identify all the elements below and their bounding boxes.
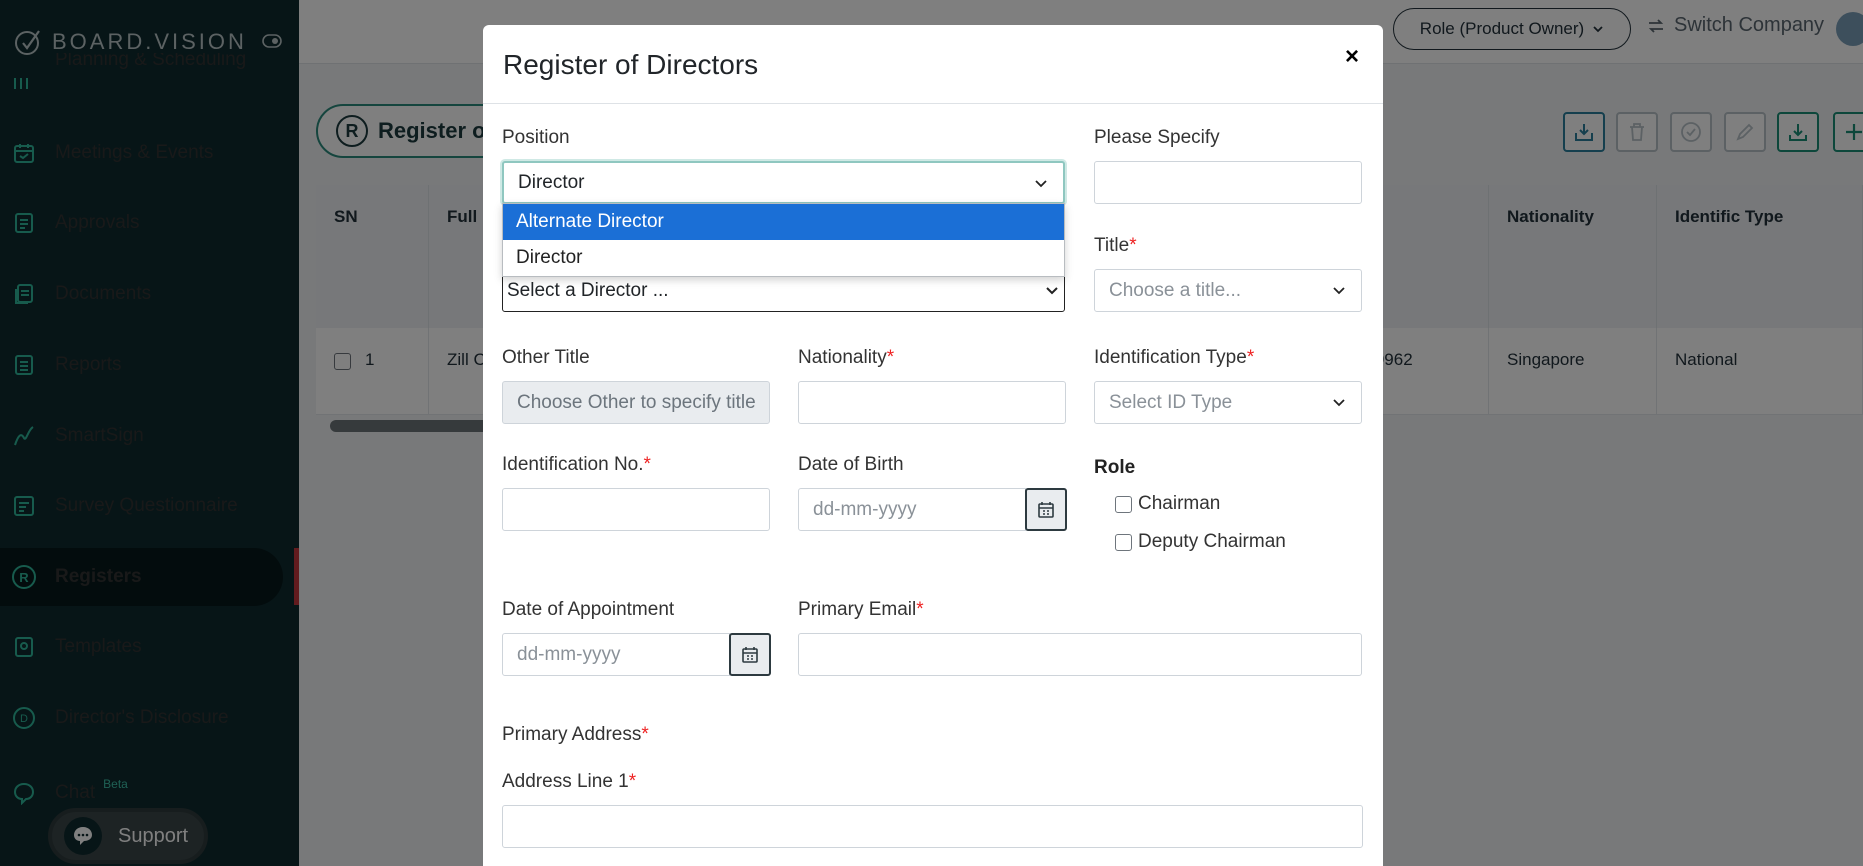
- modal-header: Register of Directors ×: [483, 25, 1383, 104]
- id-type-placeholder: Select ID Type: [1109, 391, 1233, 413]
- required-marker: *: [1246, 347, 1255, 368]
- address-line1-input[interactable]: [502, 805, 1363, 848]
- position-label: Position: [502, 127, 570, 148]
- other-title-input[interactable]: Choose Other to specify title: [502, 381, 770, 424]
- primary-address-label-text: Primary Address: [502, 724, 642, 745]
- appointment-date-placeholder: dd-mm-yyyy: [517, 643, 621, 665]
- primary-email-label: Primary Email*: [798, 599, 924, 621]
- position-value: Director: [518, 171, 585, 193]
- close-button[interactable]: ×: [1345, 43, 1359, 71]
- deputy-chairman-checkbox[interactable]: [1115, 533, 1132, 551]
- address-line1-label-text: Address Line 1: [502, 771, 629, 792]
- nationality-input[interactable]: [798, 381, 1066, 424]
- title-label-text: Title: [1094, 235, 1130, 256]
- chevron-down-icon: [1035, 180, 1047, 188]
- title-select-placeholder: Choose a title...: [1109, 279, 1242, 301]
- address-line1-label: Address Line 1*: [502, 771, 636, 793]
- dob-placeholder: dd-mm-yyyy: [813, 498, 917, 520]
- nationality-label: Nationality*: [798, 347, 894, 369]
- role-heading: Role: [1094, 457, 1136, 478]
- dropdown-option-director[interactable]: Director: [503, 240, 1064, 276]
- deputy-chairman-label: Deputy Chairman: [1138, 531, 1286, 552]
- title-select[interactable]: Choose a title...: [1094, 269, 1362, 312]
- id-type-label: Identification Type*: [1094, 347, 1254, 369]
- chevron-down-icon: [1333, 287, 1345, 295]
- chevron-down-icon: [1046, 287, 1058, 295]
- modal-title: Register of Directors: [503, 49, 759, 80]
- calendar-icon: [742, 646, 758, 663]
- dropdown-option-alternate-director[interactable]: Alternate Director: [503, 204, 1064, 240]
- chevron-down-icon: [1333, 399, 1345, 407]
- id-type-label-text: Identification Type: [1094, 347, 1247, 368]
- id-no-label-text: Identification No.: [502, 454, 644, 475]
- calendar-icon: [1038, 501, 1054, 518]
- appointment-calendar-button[interactable]: [729, 633, 771, 676]
- dob-input[interactable]: dd-mm-yyyy: [798, 488, 1026, 531]
- title-label: Title*: [1094, 235, 1137, 257]
- role-option-chairman[interactable]: Chairman: [1115, 493, 1220, 515]
- required-marker: *: [643, 454, 651, 475]
- please-specify-input[interactable]: [1094, 161, 1362, 204]
- other-title-label: Other Title: [502, 347, 590, 368]
- id-type-select[interactable]: Select ID Type: [1094, 381, 1362, 424]
- chairman-checkbox[interactable]: [1115, 495, 1132, 513]
- required-marker: *: [628, 771, 637, 792]
- primary-email-input[interactable]: [798, 633, 1362, 676]
- appointment-date-input[interactable]: dd-mm-yyyy: [502, 633, 730, 676]
- id-no-input[interactable]: [502, 488, 770, 531]
- appointment-date-label: Date of Appointment: [502, 599, 675, 620]
- position-select[interactable]: Director: [502, 161, 1065, 204]
- director-select-value: Select a Director ...: [507, 279, 669, 301]
- register-directors-modal: Register of Directors × Position Directo…: [483, 25, 1383, 866]
- chairman-label: Chairman: [1138, 493, 1221, 514]
- nationality-label-text: Nationality: [798, 347, 887, 368]
- primary-email-label-text: Primary Email: [798, 599, 917, 620]
- required-marker: *: [886, 347, 895, 368]
- other-title-placeholder: Choose Other to specify title: [517, 391, 756, 413]
- dob-label: Date of Birth: [798, 454, 904, 475]
- required-marker: *: [916, 599, 924, 620]
- dob-calendar-button[interactable]: [1025, 488, 1067, 531]
- position-dropdown: Alternate Director Director: [502, 203, 1065, 277]
- id-no-label: Identification No.*: [502, 454, 651, 476]
- role-option-deputy-chairman[interactable]: Deputy Chairman: [1115, 531, 1286, 553]
- primary-address-label: Primary Address*: [502, 724, 649, 746]
- required-marker: *: [1129, 235, 1137, 256]
- required-marker: *: [641, 724, 649, 745]
- please-specify-label: Please Specify: [1094, 127, 1220, 148]
